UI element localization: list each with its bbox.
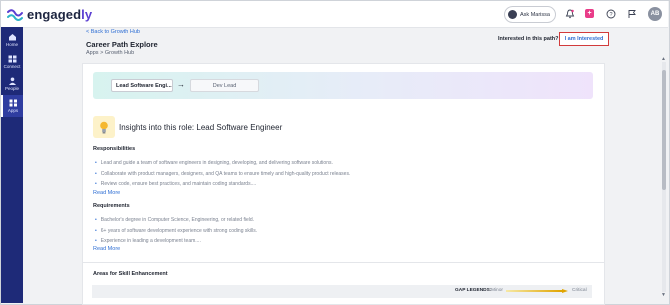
nav-label-people: People [4, 86, 19, 91]
section-divider [83, 262, 604, 263]
bell-icon[interactable] [564, 8, 575, 19]
responsibility-item: Review code, ensure best practices, and … [95, 181, 256, 187]
apps-icon [9, 99, 17, 107]
help-icon[interactable]: ? [605, 8, 616, 19]
nav-label-home: Home [5, 42, 18, 47]
breadcrumb-apps[interactable]: Apps [86, 50, 99, 56]
connect-icon [8, 55, 16, 63]
engagedly-logo[interactable]: engagedly [7, 7, 92, 22]
scroll-down-icon[interactable]: ▼ [661, 292, 666, 298]
requirements-read-more-link[interactable]: Read More [93, 246, 120, 252]
requirement-item: 6+ years of software development experie… [95, 228, 257, 234]
flag-icon[interactable] [626, 8, 637, 19]
plus-badge-icon[interactable]: + [585, 9, 594, 18]
insights-role-name: Lead Software Engineer [196, 123, 283, 132]
nav-item-connect[interactable]: Connect [1, 51, 23, 73]
requirement-item: Bachelor's degree in Computer Science, E… [95, 217, 254, 223]
left-nav-rail: Home Connect People Apps [1, 27, 23, 303]
breadcrumb-growth-hub[interactable]: Growth Hub [105, 50, 134, 56]
nav-label-connect: Connect [3, 64, 21, 69]
user-avatar[interactable]: AB [648, 7, 662, 21]
nav-label-apps: Apps [7, 108, 19, 113]
responsibility-item: Lead and guide a team of software engine… [95, 160, 333, 166]
page-title: Career Path Explore [86, 40, 158, 49]
path-node-current[interactable]: Lead Software Engi... [111, 79, 173, 92]
skill-enhancement-heading: Areas for Skill Enhancement [93, 271, 168, 277]
ask-button-label: Ask Marissa [520, 11, 550, 18]
arrow-right-icon: → [177, 80, 185, 89]
interested-prompt: Interested in this path? [498, 36, 559, 42]
logo-mark-icon [7, 8, 23, 21]
responsibilities-read-more-link[interactable]: Read More [93, 190, 120, 196]
requirement-item: Experience in leading a development team… [95, 238, 201, 244]
path-node-next[interactable]: Dev Lead [190, 79, 259, 92]
breadcrumb: Apps > Growth Hub [86, 50, 134, 56]
lightbulb-icon [93, 116, 115, 138]
home-icon [8, 34, 16, 41]
back-to-growth-hub-link[interactable]: < Back to Growth Hub [86, 29, 140, 35]
logo-text: engagedly [27, 7, 93, 22]
assistant-avatar [508, 10, 517, 19]
requirements-heading: Requirements [93, 203, 130, 209]
top-header: engagedly Ask Marissa + ? AB [1, 1, 668, 28]
nav-item-apps[interactable]: Apps [1, 95, 23, 117]
nav-item-home[interactable]: Home [1, 29, 23, 51]
responsibilities-heading: Responsibilities [93, 146, 136, 152]
career-path-band: Lead Software Engi... → Dev Lead [93, 72, 593, 99]
i-am-interested-button[interactable]: I am Interested [559, 32, 609, 46]
scrollbar-thumb[interactable] [662, 70, 666, 190]
people-icon [8, 77, 16, 85]
responsibility-item: Collaborate with product managers, desig… [95, 171, 351, 177]
nav-item-people[interactable]: People [1, 73, 23, 95]
svg-text:?: ? [609, 12, 612, 18]
insights-heading: Insights into this role: Lead Software E… [119, 123, 282, 132]
insights-prefix: Insights into this role: [119, 123, 195, 132]
career-path-card: Lead Software Engi... → Dev Lead Insight… [82, 63, 605, 305]
ask-assistant-button[interactable]: Ask Marissa [504, 6, 556, 23]
